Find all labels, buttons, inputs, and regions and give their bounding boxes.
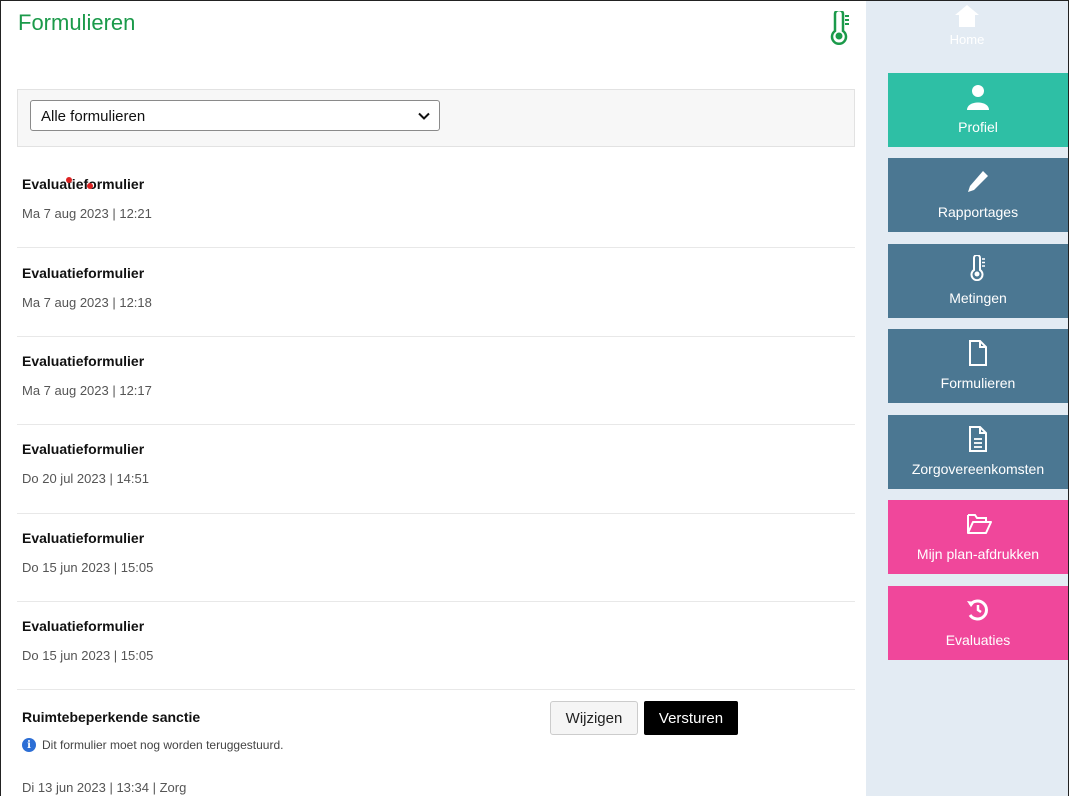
form-title: Evaluatieformulier (22, 441, 145, 457)
sidebar-item-mijn-plan-afdrukken[interactable]: Mijn plan-afdrukken (888, 500, 1068, 574)
sidebar-item-profiel[interactable]: Profiel (888, 73, 1068, 147)
folder-open-icon (967, 514, 992, 534)
sidebar-item-zorgovereenkomsten[interactable]: Zorgovereenkomsten (888, 415, 1068, 489)
sidebar-item-label: Metingen (949, 290, 1007, 306)
form-list-item[interactable]: Evaluatieformulier Ma 7 aug 2023 | 12:21 (17, 149, 855, 248)
thermometer-icon (830, 11, 849, 45)
sidebar-item-label: Evaluaties (945, 632, 1011, 648)
cursor-marker (66, 177, 72, 183)
pending-notice-text: Dit formulier moet nog worden teruggestu… (42, 738, 284, 752)
sidebar-item-formulieren[interactable]: Formulieren (888, 329, 1068, 403)
form-date: Do 15 jun 2023 | 15:05 (22, 648, 154, 663)
sidebar-item-label: Zorgovereenkomsten (911, 461, 1045, 477)
user-icon (967, 85, 989, 110)
file-icon (969, 340, 987, 366)
page-title: Formulieren (18, 10, 136, 35)
sidebar-item-label: Formulieren (940, 375, 1016, 391)
sidebar-item-label: Profiel (958, 119, 998, 135)
form-title: Evaluatieformulier (22, 176, 145, 192)
send-button[interactable]: Versturen (644, 701, 738, 735)
thermometer-icon (970, 255, 985, 281)
form-list-item[interactable]: Evaluatieformulier Ma 7 aug 2023 | 12:18 (17, 248, 855, 337)
home-icon (955, 5, 979, 27)
filter-bar: Alle formulieren (17, 89, 855, 147)
form-list-item[interactable]: Ruimtebeperkende sanctie i Dit formulier… (17, 690, 855, 796)
form-list-item[interactable]: Evaluatieformulier Do 20 jul 2023 | 14:5… (17, 425, 855, 514)
form-date: Di 13 jun 2023 | 13:34 | Zorg (22, 780, 187, 795)
form-list-item[interactable]: Evaluatieformulier Do 15 jun 2023 | 15:0… (17, 602, 855, 690)
form-date: Ma 7 aug 2023 | 12:17 (22, 383, 152, 398)
form-filter-value: Alle formulieren (41, 108, 146, 125)
form-title: Evaluatieformulier (22, 618, 145, 634)
pencil-icon (968, 171, 988, 192)
form-title: Evaluatieformulier (22, 265, 145, 281)
info-icon: i (22, 738, 36, 752)
edit-button[interactable]: Wijzigen (550, 701, 638, 735)
main-content: Formulieren Alle formulieren Evaluatiefo… (1, 1, 865, 796)
chevron-down-icon (418, 112, 430, 120)
sidebar-item-label: Mijn plan-afdrukken (916, 546, 1040, 562)
sidebar-item-evaluaties[interactable]: Evaluaties (888, 586, 1068, 660)
form-date: Ma 7 aug 2023 | 12:18 (22, 295, 152, 310)
form-title: Evaluatieformulier (22, 530, 145, 546)
form-filter-select[interactable]: Alle formulieren (30, 100, 440, 131)
form-date: Ma 7 aug 2023 | 12:21 (22, 206, 152, 221)
sidebar: Home Profiel Rapportages Metingen Formul… (866, 1, 1068, 796)
form-date: Do 15 jun 2023 | 15:05 (22, 560, 154, 575)
form-list-item[interactable]: Evaluatieformulier Do 15 jun 2023 | 15:0… (17, 514, 855, 602)
sidebar-item-label: Home (949, 32, 985, 47)
form-title: Ruimtebeperkende sanctie (22, 709, 201, 725)
document-icon (969, 426, 987, 452)
sidebar-item-rapportages[interactable]: Rapportages (888, 158, 1068, 232)
form-title: Evaluatieformulier (22, 353, 145, 369)
sidebar-item-home[interactable]: Home (866, 1, 1068, 63)
form-list-item[interactable]: Evaluatieformulier Ma 7 aug 2023 | 12:17 (17, 337, 855, 425)
history-icon (967, 599, 988, 621)
form-date: Do 20 jul 2023 | 14:51 (22, 471, 149, 486)
cursor-marker (87, 183, 93, 189)
sidebar-item-metingen[interactable]: Metingen (888, 244, 1068, 318)
sidebar-item-label: Rapportages (937, 204, 1019, 220)
pending-notice: i Dit formulier moet nog worden terugges… (22, 738, 283, 752)
